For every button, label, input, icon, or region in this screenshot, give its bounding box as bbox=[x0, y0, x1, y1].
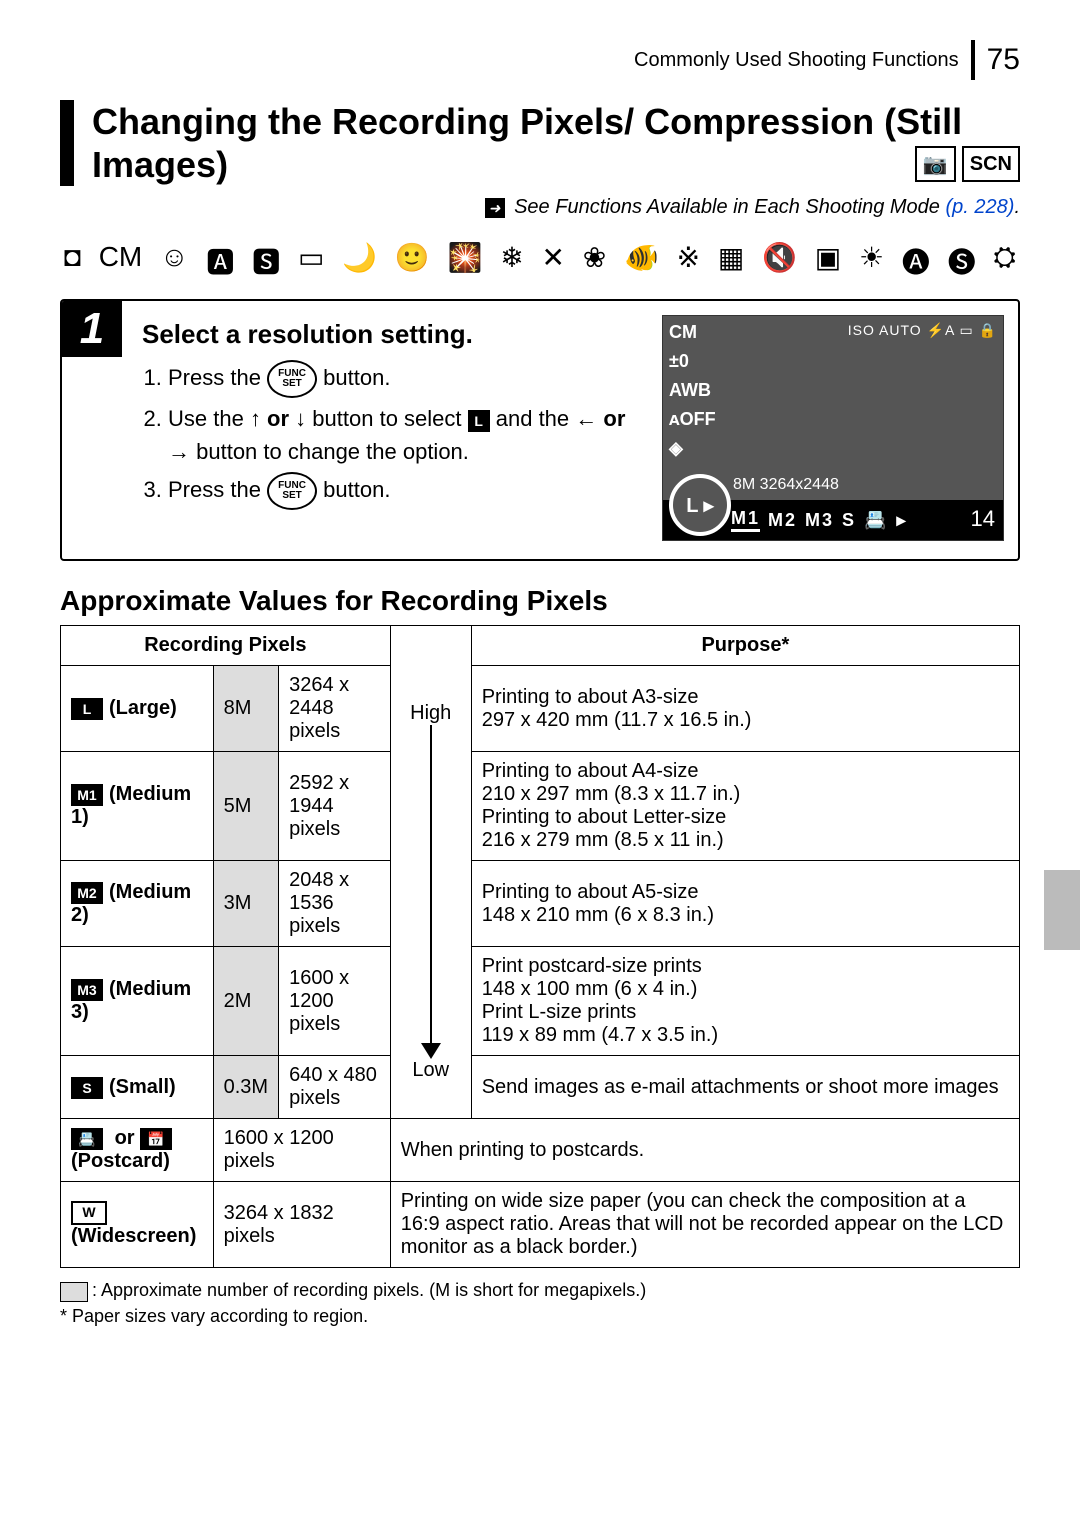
size-L-icon: L bbox=[71, 698, 103, 720]
megapixel-cell: 2M bbox=[213, 947, 278, 1056]
th-recording-pixels: Recording Pixels bbox=[61, 626, 391, 666]
table-row: M3(Medium 3) 2M 1600 x 1200 pixels Print… bbox=[61, 947, 1020, 1056]
megapixel-cell: 3M bbox=[213, 861, 278, 947]
scn-mode-icon: SCN bbox=[962, 146, 1020, 182]
size-M2-icon: M2 bbox=[71, 882, 103, 904]
step-1-box: 1 Select a resolution setting. Press the… bbox=[60, 299, 1020, 561]
step-item-3: Press the FUNCSET button. bbox=[168, 472, 648, 510]
table-heading: Approximate Values for Recording Pixels bbox=[60, 585, 1020, 617]
step-number: 1 bbox=[62, 301, 122, 357]
grey-swatch-icon bbox=[60, 1282, 88, 1302]
running-header: Commonly Used Shooting Functions 75 bbox=[60, 40, 1020, 80]
megapixel-cell: 8M bbox=[213, 666, 278, 752]
section-title: Commonly Used Shooting Functions bbox=[634, 49, 959, 72]
widescreen-icon: W bbox=[71, 1201, 107, 1225]
camera-lcd-screenshot: CM ±0 AWB ᴀOFF ◈ ISO AUTO ⚡A ▭ 🔒 8M 3264… bbox=[662, 315, 1004, 541]
func-set-button-icon: FUNCSET bbox=[267, 472, 317, 510]
megapixel-cell: 0.3M bbox=[213, 1056, 278, 1119]
lcd-top-right-icons: ISO AUTO ⚡A ▭ 🔒 bbox=[848, 322, 997, 339]
table-row: M1(Medium 1) 5M 2592 x 1944 pixels Print… bbox=[61, 752, 1020, 861]
page-number: 75 bbox=[987, 43, 1020, 77]
size-M3-icon: M3 bbox=[71, 979, 103, 1001]
footnotes: : Approximate number of recording pixels… bbox=[60, 1278, 1020, 1328]
th-purpose: Purpose* bbox=[471, 626, 1019, 666]
see-also-line: ➜ See Functions Available in Each Shooti… bbox=[60, 196, 1020, 219]
see-also-period: . bbox=[1014, 196, 1020, 218]
see-also-link[interactable]: (p. 228) bbox=[946, 196, 1015, 218]
func-set-button-icon: FUNCSET bbox=[267, 360, 317, 398]
lcd-size-options: M1 M2 M3 S 📇 ▸ bbox=[731, 508, 908, 532]
table-row-postcard: 📇 or 📅 (Postcard) 1600 x 1200 pixels Whe… bbox=[61, 1119, 1020, 1182]
arrow-right-icon: ➜ bbox=[485, 198, 505, 218]
table-row: M2(Medium 2) 3M 2048 x 1536 pixels Print… bbox=[61, 861, 1020, 947]
table-row-widescreen: W (Widescreen) 3264 x 1832 pixels Printi… bbox=[61, 1182, 1020, 1268]
thumb-tab bbox=[1044, 870, 1080, 950]
high-low-arrow: High Low bbox=[401, 702, 461, 1082]
postcard-icon: 📇 bbox=[71, 1128, 103, 1150]
mode-badges: 📷 SCN bbox=[915, 146, 1020, 182]
range-low-label: Low bbox=[412, 1059, 449, 1082]
resolution-menu-icon: L bbox=[468, 410, 490, 432]
size-S-icon: S bbox=[71, 1077, 103, 1099]
recording-pixels-table: Recording Pixels Purpose* L(Large) 8M 32… bbox=[60, 625, 1020, 1268]
page-title-block: Changing the Recording Pixels/ Compressi… bbox=[60, 100, 1020, 186]
shooting-mode-icon-strip: ◘CM☺🅰🆂▭🌙🙂🎇❄✕❀🐠※▦🔇▣☀🅐🅢⛭ bbox=[60, 233, 1020, 299]
footnote-2: * Paper sizes vary according to region. bbox=[60, 1304, 1020, 1329]
table-row: L(Large) 8M 3264 x 2448 pixels High Low … bbox=[61, 666, 1020, 752]
lcd-selected-size-icon: L ▸ bbox=[669, 474, 731, 536]
range-high-label: High bbox=[410, 702, 451, 725]
header-divider bbox=[971, 40, 975, 80]
arrow-down-icon bbox=[421, 1043, 441, 1059]
table-row: S(Small) 0.3M 640 x 480 pixels Send imag… bbox=[61, 1056, 1020, 1119]
date-postcard-icon: 📅 bbox=[140, 1128, 172, 1150]
up-down-arrows-icon: ↑ or ↓ bbox=[250, 406, 306, 431]
size-M1-icon: M1 bbox=[71, 784, 103, 806]
step-item-2: Use the ↑ or ↓ button to select L and th… bbox=[168, 402, 648, 468]
lcd-left-icon-column: CM ±0 AWB ᴀOFF ◈ bbox=[669, 322, 716, 459]
see-also-text: See Functions Available in Each Shooting… bbox=[514, 196, 940, 218]
step-instruction-list: Press the FUNCSET button. Use the ↑ or ↓… bbox=[142, 360, 648, 510]
lcd-shots-remaining: 14 bbox=[971, 506, 995, 532]
step-item-1: Press the FUNCSET button. bbox=[168, 360, 648, 398]
megapixel-cell: 5M bbox=[213, 752, 278, 861]
footnote-1: : Approximate number of recording pixels… bbox=[60, 1278, 1020, 1303]
page-title: Changing the Recording Pixels/ Compressi… bbox=[92, 100, 1020, 186]
camera-mode-icon: 📷 bbox=[915, 146, 956, 182]
lcd-info-line: 8M 3264x2448 bbox=[733, 476, 839, 494]
